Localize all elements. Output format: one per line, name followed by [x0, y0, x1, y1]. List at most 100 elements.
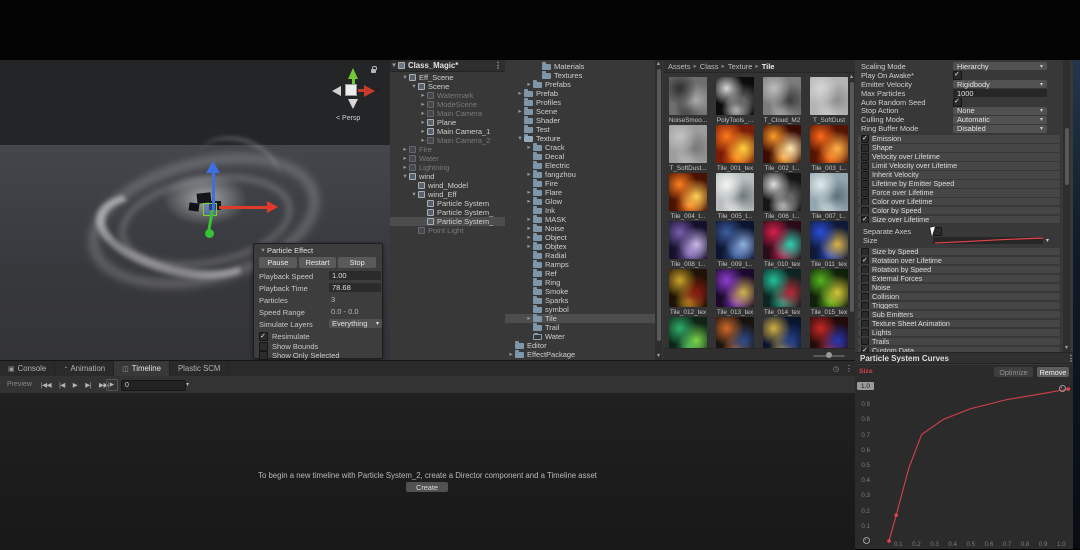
- foldout-closed-icon[interactable]: ▸: [525, 314, 533, 323]
- particle-system-curves-header[interactable]: Particle System Curves ⋮: [855, 352, 1080, 364]
- size-curve-plot[interactable]: [855, 365, 1080, 549]
- transport-button-1[interactable]: |◀: [55, 382, 69, 389]
- module-triggers[interactable]: Triggers: [858, 302, 1060, 310]
- culling-mode-dropdown[interactable]: Automatic: [953, 116, 1047, 124]
- tab-animation[interactable]: ◔Animation: [55, 361, 114, 376]
- scroll-up-icon[interactable]: ▲: [655, 61, 662, 67]
- folder-glow[interactable]: ▸Glow: [505, 197, 655, 206]
- module-sub-emitters[interactable]: Sub Emitters: [858, 311, 1060, 319]
- module-checkbox[interactable]: [861, 311, 869, 319]
- texture-thumb-noisesmoo[interactable]: [669, 77, 707, 115]
- folder-sparks[interactable]: Sparks: [505, 296, 655, 305]
- texture-thumb-polytools[interactable]: [716, 77, 754, 115]
- module-checkbox[interactable]: [861, 189, 869, 197]
- folder-trail[interactable]: Trail: [505, 323, 655, 332]
- foldout-closed-icon[interactable]: ▸: [525, 233, 533, 242]
- max-particles-field[interactable]: 1000: [953, 89, 1047, 97]
- tab-console[interactable]: ▣Console: [0, 361, 55, 376]
- playback-speed-value[interactable]: 1.00: [329, 271, 381, 280]
- transport-button-3[interactable]: ▶|: [81, 382, 95, 389]
- foldout-closed-icon[interactable]: ▸: [525, 80, 533, 89]
- scroll-down-icon[interactable]: ▼: [655, 353, 662, 359]
- foldout-closed-icon[interactable]: ▸: [401, 154, 409, 163]
- foldout-closed-icon[interactable]: ▸: [525, 170, 533, 179]
- hierarchy-item-wind-eff[interactable]: ▾wind_Eff: [390, 190, 505, 199]
- foldout-open-icon[interactable]: ▾: [401, 73, 409, 82]
- foldout-closed-icon[interactable]: ▸: [419, 136, 427, 145]
- overlay-check-resimulate[interactable]: Resimulate: [259, 332, 378, 341]
- module-checkbox[interactable]: [861, 171, 869, 179]
- module-checkbox[interactable]: [861, 144, 869, 152]
- hierarchy-item-particle-system[interactable]: Particle System_: [390, 217, 505, 226]
- module-emission[interactable]: Emission: [858, 135, 1060, 143]
- texture-thumb-tile-012-tex[interactable]: [669, 269, 707, 307]
- module-checkbox[interactable]: [861, 207, 869, 215]
- module-velocity-over-lifetime[interactable]: Velocity over Lifetime: [858, 153, 1060, 161]
- hierarchy-item-main-camera-1[interactable]: ▸Main Camera_1: [390, 127, 505, 136]
- range-play-button[interactable]: ▶: [106, 379, 118, 391]
- module-size-over-lifetime[interactable]: Size over Lifetime: [858, 216, 1060, 224]
- module-checkbox[interactable]: [861, 266, 869, 274]
- module-lifetime-by-emitter-speed[interactable]: Lifetime by Emitter Speed: [858, 180, 1060, 188]
- module-checkbox[interactable]: [861, 284, 869, 292]
- foldout-closed-icon[interactable]: ▸: [419, 118, 427, 127]
- module-color-over-lifetime[interactable]: Color over Lifetime: [858, 198, 1060, 206]
- scrollbar-thumb[interactable]: [657, 69, 661, 341]
- folder-noise[interactable]: ▸Noise: [505, 224, 655, 233]
- foldout-closed-icon[interactable]: ▸: [419, 127, 427, 136]
- hierarchy-item-particle-system[interactable]: Particle System: [390, 199, 505, 208]
- foldout-open-icon[interactable]: ▾: [401, 172, 409, 181]
- module-external-forces[interactable]: External Forces: [858, 275, 1060, 283]
- restart-button[interactable]: Restart: [299, 257, 337, 268]
- panel-clock-icon[interactable]: ◷: [833, 365, 839, 373]
- module-color-by-speed[interactable]: Color by Speed: [858, 207, 1060, 215]
- transport-button-0[interactable]: |◀◀: [37, 382, 55, 389]
- module-checkbox[interactable]: [861, 275, 869, 283]
- module-checkbox[interactable]: [861, 338, 869, 346]
- module-checkbox[interactable]: [861, 320, 869, 328]
- folder-decal[interactable]: Decal: [505, 152, 655, 161]
- persp-label[interactable]: < Persp: [336, 115, 360, 122]
- foldout-closed-icon[interactable]: ▸: [516, 89, 524, 98]
- foldout-closed-icon[interactable]: ▸: [525, 215, 533, 224]
- folder-flare[interactable]: ▸Flare: [505, 188, 655, 197]
- panel-menu-icon[interactable]: ⋮: [845, 364, 853, 373]
- texture-thumb-tile-009-t[interactable]: [716, 221, 754, 259]
- size-curve-preview[interactable]: [933, 237, 1043, 244]
- module-checkbox[interactable]: [861, 248, 869, 256]
- frame-dropdown-icon[interactable]: ▾: [186, 381, 189, 388]
- texture-thumb-tile-011-tex[interactable]: [810, 221, 848, 259]
- foldout-closed-icon[interactable]: ▸: [401, 163, 409, 172]
- gear-icon[interactable]: [1059, 385, 1066, 392]
- tab-timeline[interactable]: ◫Timeline: [114, 361, 170, 376]
- breadcrumb-class[interactable]: Class: [700, 62, 719, 71]
- texture-thumb-tile-005-t[interactable]: [716, 173, 754, 211]
- simulate-layers-value[interactable]: Everything: [329, 319, 382, 328]
- texture-thumb-tile-010-tex[interactable]: [763, 221, 801, 259]
- module-checkbox[interactable]: [861, 180, 869, 188]
- foldout-closed-icon[interactable]: ▸: [516, 107, 524, 116]
- breadcrumb-tile[interactable]: Tile: [762, 62, 775, 71]
- gizmo-z-ball-handle[interactable]: [205, 229, 214, 238]
- folder-water[interactable]: Water: [505, 332, 655, 341]
- ring-buffer-mode-dropdown[interactable]: Disabled: [953, 125, 1047, 133]
- texture-thumb-tile-013-tex[interactable]: [716, 269, 754, 307]
- hierarchy-item-particle-system[interactable]: Particle System_: [390, 208, 505, 217]
- folder-ramps[interactable]: Ramps: [505, 260, 655, 269]
- folder-radial[interactable]: Radial: [505, 251, 655, 260]
- hierarchy-item-fire[interactable]: ▸Fire: [390, 145, 505, 154]
- module-shape[interactable]: Shape: [858, 144, 1060, 152]
- folder-profiles[interactable]: Profiles: [505, 98, 655, 107]
- folder-prefab[interactable]: ▸Prefab: [505, 89, 655, 98]
- module-checkbox[interactable]: [861, 198, 869, 206]
- module-collision[interactable]: Collision: [858, 293, 1060, 301]
- module-rotation-by-speed[interactable]: Rotation by Speed: [858, 266, 1060, 274]
- texture-thumb-t-softdust[interactable]: [669, 125, 707, 163]
- texture-thumb-tile-006-t[interactable]: [763, 173, 801, 211]
- hierarchy-item-eff-scene[interactable]: ▾Eff_Scene: [390, 73, 505, 82]
- inspector-scrollbar[interactable]: ▼: [1063, 60, 1070, 352]
- breadcrumb[interactable]: Assets▸Class▸Texture▸Tile: [663, 60, 855, 73]
- play-on-awake-checkbox[interactable]: [953, 71, 962, 80]
- pause-button[interactable]: Pause: [259, 257, 297, 268]
- module-rotation-over-lifetime[interactable]: Rotation over Lifetime: [858, 257, 1060, 265]
